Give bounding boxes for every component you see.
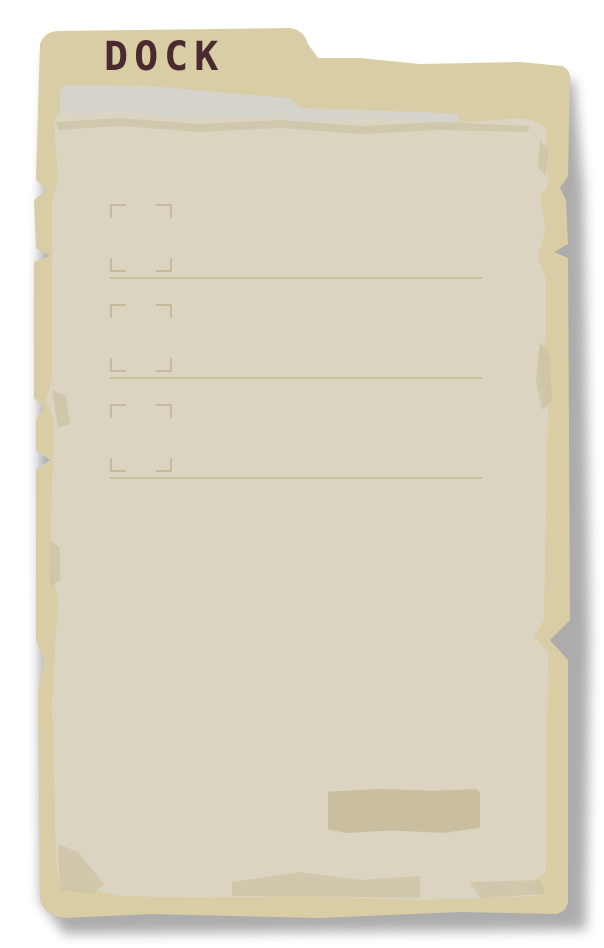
dock-slot-frame-icon xyxy=(110,404,172,472)
dock-slot[interactable] xyxy=(110,204,482,279)
dock-slot-frame-icon xyxy=(110,304,172,372)
action-button[interactable] xyxy=(328,789,480,833)
dock-folder-panel: DOCK xyxy=(0,0,604,948)
dock-slot-list xyxy=(110,204,482,504)
dock-slot[interactable] xyxy=(110,304,482,379)
dock-slot-frame-icon xyxy=(110,204,172,272)
dock-slot[interactable] xyxy=(110,404,482,479)
folder-tab-label: DOCK xyxy=(104,34,225,80)
